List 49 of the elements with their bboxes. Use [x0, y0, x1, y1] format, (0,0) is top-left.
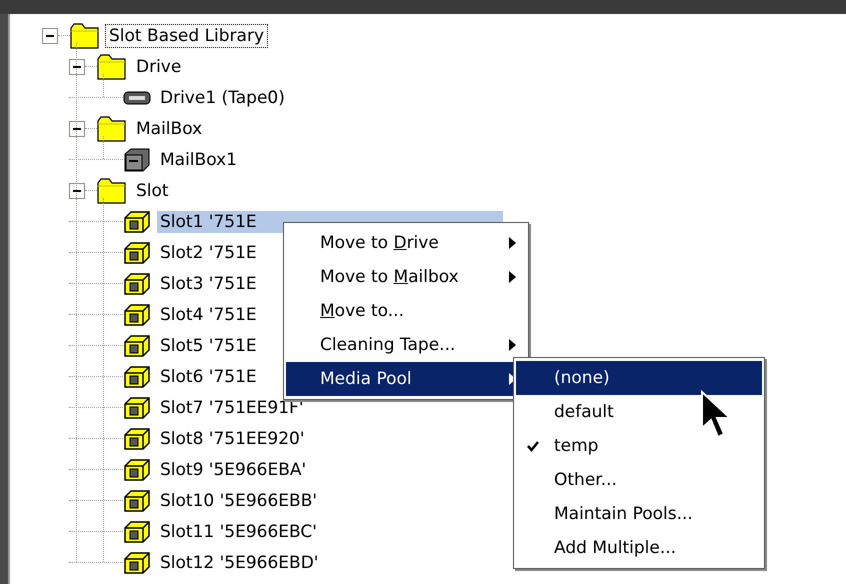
menu-item[interactable]: Maintain Pools...	[516, 497, 762, 531]
cartridge-icon	[123, 550, 151, 574]
tree-item[interactable]: Slot Based Library	[106, 24, 268, 46]
folder-icon	[70, 22, 100, 48]
tree-item[interactable]: MailBox1	[157, 148, 240, 170]
folder-icon	[97, 116, 127, 142]
menu-item[interactable]: Other...	[516, 463, 762, 497]
tree-item[interactable]: Drive1 (Tape0)	[157, 86, 288, 108]
collapse-toggle[interactable]	[69, 58, 85, 74]
tree-item[interactable]: Slot6 '751E	[157, 366, 260, 388]
collapse-toggle[interactable]	[69, 120, 85, 136]
menu-item[interactable]: Add Multiple...	[516, 531, 762, 565]
cartridge-icon	[123, 488, 151, 512]
cartridge-icon	[123, 458, 151, 482]
cartridge-icon	[123, 396, 151, 420]
tree-item[interactable]: Slot2 '751E	[157, 242, 260, 264]
tree-item[interactable]: Slot11 '5E966EBC'	[157, 520, 320, 542]
collapse-toggle[interactable]	[42, 28, 58, 44]
cartridge-icon	[123, 272, 151, 296]
tree-item[interactable]: Slot9 '5E966EBA'	[157, 458, 310, 480]
drive-icon	[123, 90, 151, 106]
folder-icon	[97, 178, 127, 204]
collapse-toggle[interactable]	[69, 182, 85, 198]
menu-item[interactable]: (none)	[516, 361, 762, 395]
cartridge-icon	[123, 240, 151, 264]
mailbox-icon	[123, 148, 151, 172]
folder-icon	[97, 54, 127, 80]
tree-item[interactable]: Slot4 '751E	[157, 304, 260, 326]
cartridge-icon	[123, 302, 151, 326]
menu-item[interactable]: Move to...	[286, 294, 526, 328]
tree-item[interactable]: Slot5 '751E	[157, 334, 260, 356]
cartridge-icon	[123, 364, 151, 388]
tree-item[interactable]: Slot8 '751EE920'	[157, 428, 308, 450]
tree-item[interactable]: Slot3 '751E	[157, 272, 260, 294]
menu-item[interactable]: Move to Mailbox	[286, 260, 526, 294]
menu-item[interactable]: Cleaning Tape...	[286, 328, 526, 362]
menu-item[interactable]: default	[516, 395, 762, 429]
cartridge-icon	[123, 520, 151, 544]
menu-item[interactable]: temp	[516, 429, 762, 463]
tree-item[interactable]: MailBox	[133, 118, 206, 140]
cartridge-icon	[123, 426, 151, 450]
cartridge-icon	[123, 210, 151, 234]
cartridge-icon	[123, 334, 151, 358]
tree-item[interactable]: Slot10 '5E966EBB'	[157, 490, 320, 512]
checkmark-icon	[527, 440, 539, 452]
tree-item[interactable]: Slot	[133, 180, 172, 202]
tree-item[interactable]: Slot12 '5E966EBD'	[157, 552, 322, 574]
tree-item[interactable]: Drive	[133, 56, 184, 78]
tree-item[interactable]: Slot7 '751EE91F'	[157, 396, 306, 418]
